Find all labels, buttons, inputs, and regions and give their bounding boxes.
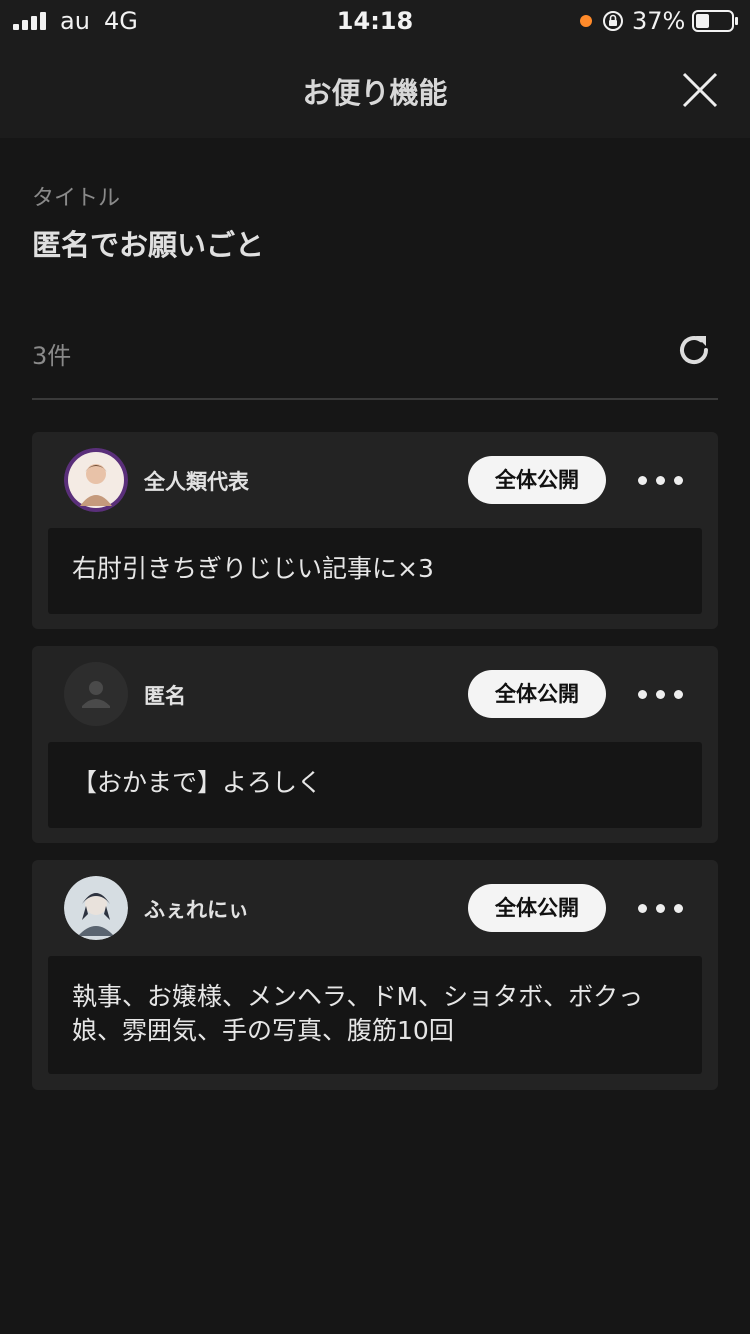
username: ふぇれにぃ [144,898,249,922]
message-card: 匿名 全体公開 【おかまで】よろしく [32,646,718,843]
more-options-icon[interactable] [638,894,684,922]
message-card: ふぇれにぃ 全体公開 執事、お嬢様、メンヘラ、ドM、ショタボ、ボクっ娘、雰囲気、… [32,860,718,1090]
divider [32,398,718,400]
message-count: 3件 [32,342,72,370]
visibility-button[interactable]: 全体公開 [468,884,606,932]
header-bar: お便り機能 [0,42,750,138]
title-value: 匿名でお願いごと [32,228,265,262]
rotation-lock-icon [603,11,623,31]
title-label: タイトル [32,186,121,211]
more-options-icon[interactable] [638,680,684,708]
close-icon[interactable] [680,70,720,110]
visibility-button[interactable]: 全体公開 [468,456,606,504]
battery-icon [692,10,738,32]
more-options-icon[interactable] [638,466,684,494]
message-text: 右肘引きちぎりじじい記事に×3 [48,528,702,614]
privacy-indicator-dot [580,15,592,27]
avatar[interactable] [64,448,128,512]
page-title: お便り機能 [302,76,448,110]
message-text: 執事、お嬢様、メンヘラ、ドM、ショタボ、ボクっ娘、雰囲気、手の写真、腹筋10回 [48,956,702,1074]
default-avatar-icon[interactable] [64,662,128,726]
message-text: 【おかまで】よろしく [48,742,702,828]
avatar[interactable] [64,876,128,940]
status-bar: au 4G 14:18 37% [0,0,750,42]
username: 全人類代表 [144,470,249,494]
message-card: 全人類代表 全体公開 右肘引きちぎりじじい記事に×3 [32,432,718,629]
refresh-icon[interactable] [674,330,714,370]
battery-percentage: 37% [632,7,686,35]
username: 匿名 [144,684,186,708]
visibility-button[interactable]: 全体公開 [468,670,606,718]
